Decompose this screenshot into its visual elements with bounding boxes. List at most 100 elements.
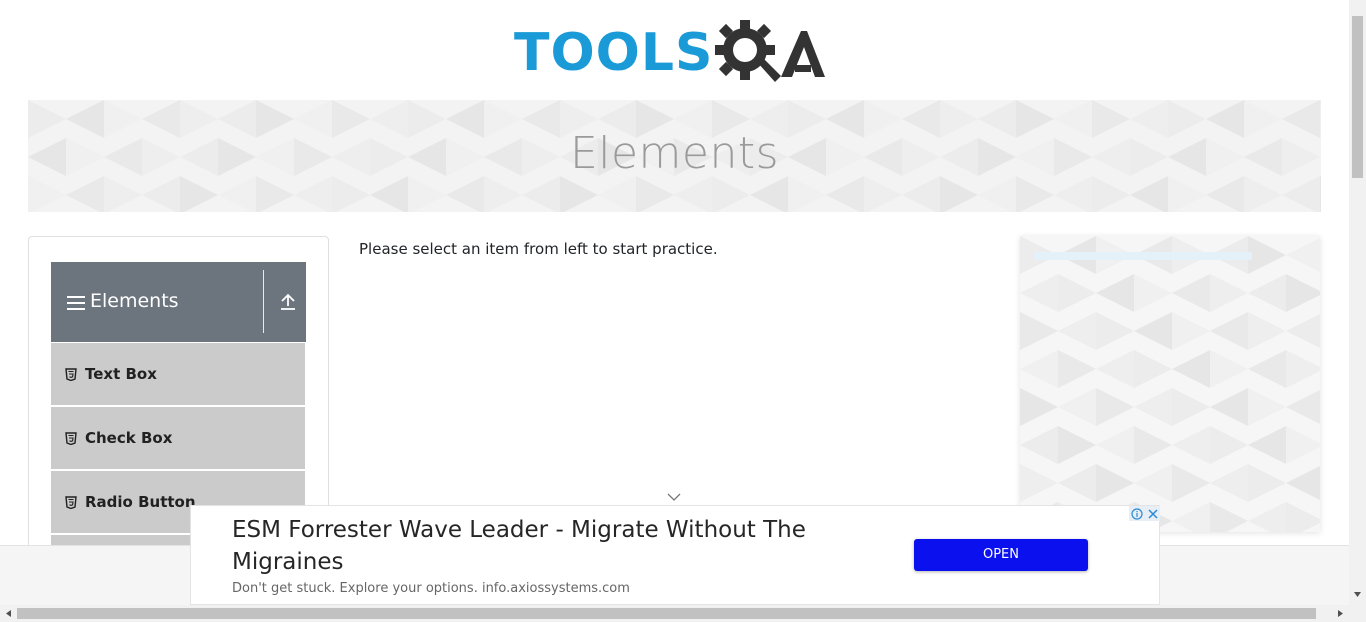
menu-item-label: Check Box [85, 429, 173, 447]
ad-open-button[interactable]: OPEN [914, 539, 1088, 571]
group-title: Elements [90, 290, 179, 312]
pattern-triangle [1058, 464, 1096, 502]
pattern-triangle [1020, 388, 1058, 426]
ad-triangle-pattern [1020, 236, 1320, 532]
pattern-triangle [1054, 176, 1092, 212]
pattern-triangle [1134, 274, 1172, 312]
pattern-triangle [1286, 350, 1320, 388]
pattern-triangle [1206, 176, 1244, 212]
scroll-down-arrow-icon[interactable] [1353, 590, 1362, 599]
pattern-triangle [1096, 312, 1134, 350]
pattern-triangle [1172, 350, 1210, 388]
pattern-triangle [1248, 426, 1286, 464]
vertical-scrollbar[interactable] [1349, 0, 1366, 605]
pattern-triangle [1248, 312, 1286, 350]
pattern-triangle [1210, 274, 1248, 312]
pattern-triangle [1130, 176, 1168, 212]
pattern-triangle [1244, 176, 1282, 212]
ad-loading-bar [1034, 252, 1252, 260]
page-title: Elements [569, 128, 780, 179]
pattern-triangle [1020, 426, 1058, 464]
pattern-triangle [180, 176, 218, 212]
pattern-triangle [1172, 274, 1210, 312]
pattern-triangle [408, 176, 446, 212]
pattern-triangle [1172, 426, 1210, 464]
menu-item-label: Text Box [85, 365, 157, 383]
pattern-triangle [1134, 312, 1172, 350]
pattern-triangle [1282, 176, 1320, 212]
pattern-triangle [1020, 464, 1058, 502]
pattern-triangle [750, 176, 788, 212]
pattern-triangle [1134, 426, 1172, 464]
horizontal-scroll-thumb[interactable] [17, 608, 1316, 619]
pattern-triangle [1096, 464, 1134, 502]
pattern-triangle [1172, 312, 1210, 350]
pattern-triangle [1092, 176, 1130, 212]
toolsqa-logo[interactable]: TOOLS [514, 14, 840, 92]
pattern-triangle [1172, 464, 1210, 502]
instruction-text: Please select an item from left to start… [359, 240, 718, 258]
pattern-triangle [560, 176, 598, 212]
pattern-triangle [1096, 388, 1134, 426]
pattern-triangle [1248, 388, 1286, 426]
pattern-triangle [1248, 502, 1286, 532]
pattern-triangle [1020, 312, 1058, 350]
pattern-triangle [332, 176, 370, 212]
pattern-triangle [1134, 464, 1172, 502]
close-icon[interactable] [1145, 506, 1160, 521]
pattern-triangle [1020, 274, 1058, 312]
pattern-triangle [1058, 388, 1096, 426]
gear-magnifier-icon [715, 20, 782, 82]
pattern-triangle [1020, 350, 1058, 388]
pattern-triangle [1248, 350, 1286, 388]
bottom-ad-banner[interactable]: ESM Forrester Wave Leader - Migrate With… [190, 505, 1160, 605]
horizontal-scrollbar[interactable] [0, 605, 1366, 622]
pattern-triangle [1210, 350, 1248, 388]
upload-arrow-icon[interactable] [279, 292, 297, 312]
pattern-triangle [1172, 502, 1210, 532]
pattern-triangle [1016, 176, 1054, 212]
chevron-down-icon[interactable] [667, 492, 681, 502]
pattern-triangle [1248, 464, 1286, 502]
ad-headline[interactable]: ESM Forrester Wave Leader - Migrate With… [232, 514, 872, 578]
header-divider [263, 270, 264, 333]
pattern-triangle [1096, 350, 1134, 388]
pattern-triangle [28, 176, 66, 212]
menu-item-text-box[interactable]: Text Box [51, 343, 305, 405]
info-icon[interactable] [1129, 506, 1145, 521]
pattern-triangle [1286, 314, 1320, 348]
pattern-triangle [484, 176, 522, 212]
pattern-triangle [1096, 274, 1134, 312]
pattern-triangle [826, 176, 864, 212]
elements-group-header[interactable]: Elements [51, 262, 306, 342]
pattern-triangle [1172, 388, 1210, 426]
pattern-triangle [978, 176, 1016, 212]
pattern-triangle [788, 176, 826, 212]
pattern-triangle [1286, 238, 1320, 272]
pattern-triangle [1134, 388, 1172, 426]
pattern-triangle [712, 176, 750, 212]
pattern-triangle [636, 176, 674, 212]
pattern-triangle [1058, 312, 1096, 350]
pattern-triangle [66, 176, 104, 212]
menu-item-check-box[interactable]: Check Box [51, 407, 305, 469]
pattern-triangle [1248, 274, 1286, 312]
scroll-left-arrow-icon[interactable] [4, 609, 13, 618]
html5-icon [65, 495, 77, 509]
pattern-triangle [1058, 274, 1096, 312]
page-banner: Elements [28, 100, 1321, 212]
logo-letter-a [781, 31, 826, 77]
pattern-triangle [522, 176, 560, 212]
pattern-triangle [1210, 464, 1248, 502]
pattern-triangle [1058, 426, 1096, 464]
pattern-triangle [1286, 466, 1320, 500]
logo-text: TOOLS [514, 23, 714, 83]
hamburger-menu-icon [67, 296, 85, 310]
menu-item-label: Radio Button [85, 493, 196, 511]
pattern-triangle [1248, 236, 1286, 274]
scroll-right-arrow-icon[interactable] [1336, 609, 1345, 618]
pattern-triangle [1286, 426, 1320, 464]
pattern-triangle [1210, 426, 1248, 464]
vertical-scroll-thumb[interactable] [1352, 16, 1363, 178]
ad-subtext[interactable]: Don't get stuck. Explore your options. i… [232, 581, 630, 596]
